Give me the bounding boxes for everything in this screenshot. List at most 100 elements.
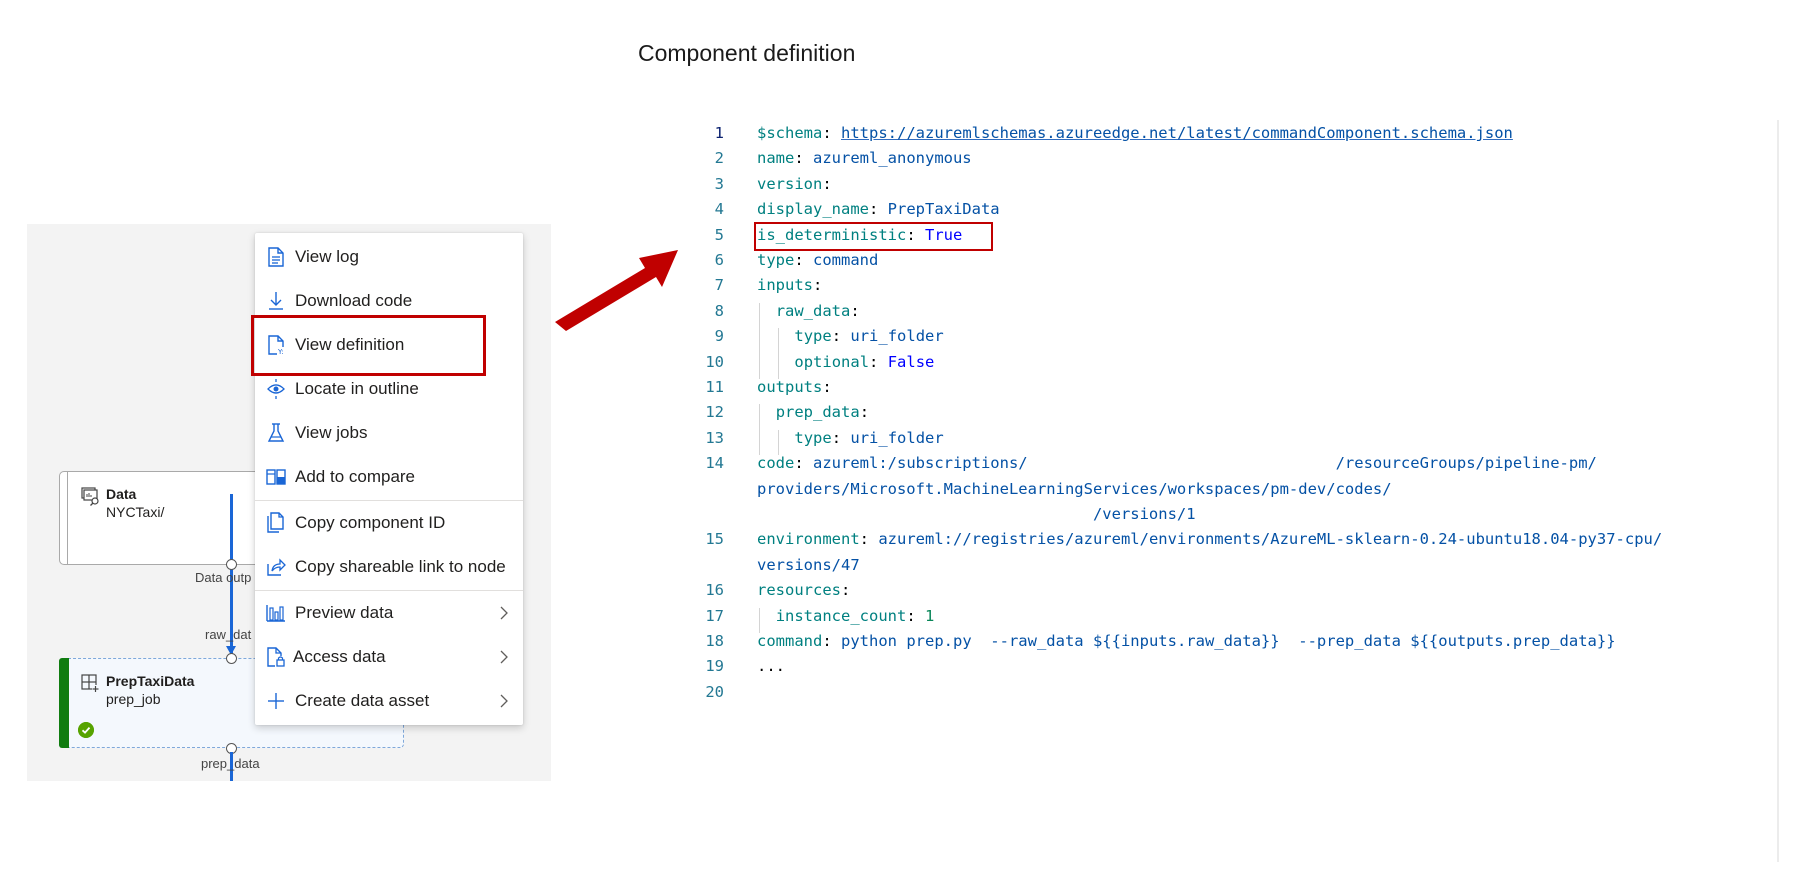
yaml-colon: : [869,352,888,371]
line-number: 19 [705,657,724,676]
schema-link[interactable]: https://azuremlschemas.azureedge.net/lat… [841,124,1513,142]
yaml-key: inputs [757,276,813,295]
yaml-key: code [757,454,795,473]
code-text: version: [757,175,841,193]
code-text: outputs: [757,378,841,396]
yaml-value: azureml://registries/azureml/environment… [878,530,1663,549]
code-text: inputs: [757,276,832,294]
yaml-value: uri_folder [850,428,944,447]
yaml-colon: : [794,454,813,473]
menu-item-copy-component-id[interactable]: Copy component ID [255,501,523,545]
input-port[interactable] [226,653,237,664]
line-number: 13 [705,428,724,447]
yaml-value: PrepTaxiData [887,200,1000,219]
yaml-key: $schema [757,124,823,142]
line-number: 15 [705,530,724,549]
yaml-key: type [757,251,795,269]
port-label: Data outp [195,570,252,585]
share-icon [267,558,286,576]
indent-guide [759,328,760,354]
line-number: 6 [714,251,724,269]
yaml-colon: : [794,251,813,269]
menu-item-access-data[interactable]: Access data [255,635,523,679]
menu-item-view-jobs[interactable]: View jobs [255,411,523,455]
code-text: prep_data: [776,403,879,421]
file-lock-icon [267,647,285,667]
code-text: type: command [757,251,878,269]
plus-icon [268,693,284,709]
indent-guide [777,328,779,354]
yaml-key: outputs [757,378,823,396]
yaml-value: azureml_anonymous [813,149,972,168]
code-text: code: azureml:/subscriptions/ /resourceG… [757,454,1597,472]
yaml-value: versions/47 [757,555,860,574]
line-number: 9 [714,327,724,346]
node-subtitle: prep_job [106,691,161,707]
yaml-colon: : [813,276,832,295]
line-number: 3 [714,174,724,193]
line-number: 12 [705,403,724,422]
yaml-colon: : [831,327,851,346]
menu-item-label: Copy component ID [295,513,446,532]
document-icon [268,247,284,267]
line-number: 7 [714,276,724,295]
menu-item-label: Copy shareable link to node [295,557,506,576]
menu-item-create-data-asset[interactable]: Create data asset [255,679,523,723]
code-text: command: python prep.py --raw_data ${{in… [757,632,1616,650]
line-number: 17 [705,606,724,625]
flask-icon [267,423,285,442]
component-icon [81,674,99,692]
chevron-right-icon [500,606,508,620]
yaml-value: /versions/1 [757,505,1196,523]
menu-item-label: Access data [293,647,386,666]
menu-item-preview-data[interactable]: Preview data [255,591,523,635]
yaml-key: raw_data [775,301,851,320]
annotation-arrow-icon [555,250,678,331]
code-text: instance_count: 1 [776,607,935,625]
code-text: optional: False [794,353,934,371]
editor-scrollbar[interactable] [1777,120,1779,862]
menu-item-copy-shareable-link[interactable]: Copy shareable link to node [255,545,523,589]
yaml-key: environment [757,530,860,549]
line-number: 2 [714,149,724,168]
code-text: type: uri_folder [794,327,943,345]
chevron-right-icon [500,694,508,708]
yaml-value: False [887,352,935,371]
copy-icon [267,512,284,533]
menu-item-add-to-compare[interactable]: Add to compare [255,455,523,499]
menu-item-label: Preview data [295,603,394,622]
line-number: 11 [705,378,724,396]
yaml-key: display_name [757,200,869,219]
yaml-key: prep_data [775,403,860,422]
output-port[interactable] [226,559,237,570]
line-number: 20 [705,682,724,701]
yaml-colon: : [822,124,841,142]
yaml-key: type [794,428,832,447]
indent-guide [759,353,760,379]
compare-icon [266,469,286,485]
locate-icon [267,379,285,399]
indent-guide [759,404,760,430]
dataset-icon [81,487,99,506]
line-number: 5 [714,225,724,244]
yaml-colon: : [822,632,841,650]
line-number: 4 [714,200,724,219]
yaml-colon: : [822,378,841,396]
yaml-value: azureml:/subscriptions/ /resourceGroups/… [813,454,1597,473]
menu-item-view-log[interactable]: View log [255,235,523,279]
yaml-value: providers/Microsoft.MachineLearningServi… [757,479,1392,498]
yaml-value: uri_folder [850,327,944,346]
node-title: Data [106,486,137,502]
port-label: raw_dat [205,627,252,642]
menu-item-label: Create data asset [295,691,430,710]
code-text: resources: [757,581,860,599]
yaml-colon: : [822,174,841,193]
yaml-key: instance_count [775,606,907,625]
indent-guide [777,429,779,456]
menu-item-label: Download code [295,291,413,310]
is-deterministic-highlight [754,222,993,251]
line-number: 14 [705,454,724,473]
line-number: 10 [705,352,724,371]
yaml-value: command [813,251,879,269]
line-number: 8 [714,301,724,320]
